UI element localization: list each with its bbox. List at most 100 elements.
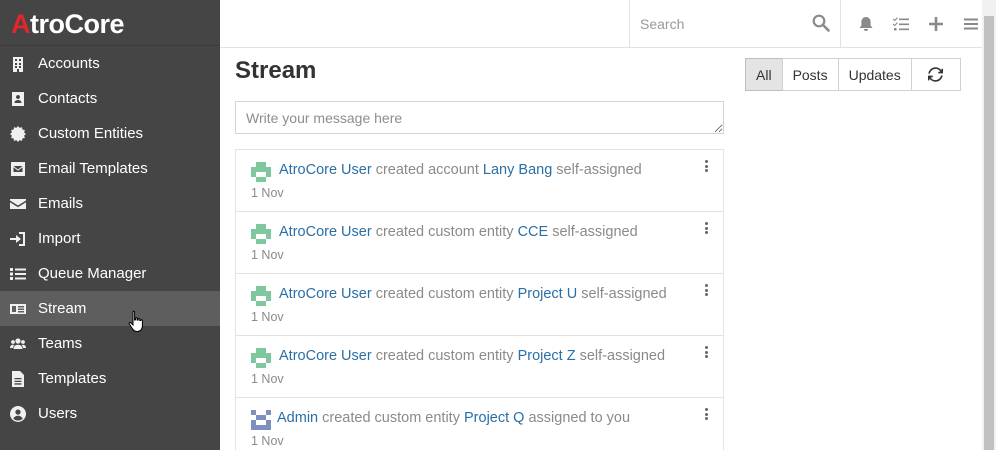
sidebar-item-contacts[interactable]: Contacts — [0, 81, 220, 116]
search-icon[interactable] — [812, 14, 830, 32]
note-target-link[interactable]: Project Q — [464, 410, 524, 426]
avatar[interactable] — [251, 224, 271, 244]
note-menu-button[interactable] — [701, 344, 711, 360]
search-input[interactable] — [640, 14, 800, 34]
avatar[interactable] — [251, 410, 271, 430]
note-user-link[interactable]: AtroCore User — [279, 224, 372, 240]
stream-filter-group: All Posts Updates — [745, 58, 961, 91]
top-icons — [848, 0, 988, 47]
page-scrollbar[interactable] — [982, 0, 996, 450]
note-text: AtroCore User created custom entity Proj… — [279, 286, 667, 302]
note-user-link[interactable]: AtroCore User — [279, 286, 372, 302]
note-date: 1 Nov — [251, 310, 284, 324]
refresh-button[interactable] — [910, 58, 961, 91]
menu-icon — [963, 18, 978, 29]
note-date: 1 Nov — [251, 434, 284, 448]
post-message-input[interactable] — [235, 101, 724, 134]
sidebar-nav: Accounts Contacts Custom Entities Email … — [0, 46, 220, 431]
plus-icon — [928, 16, 943, 31]
sidebar-item-label: Templates — [38, 370, 107, 387]
sidebar-item-custom-entities[interactable]: Custom Entities — [0, 116, 220, 151]
note-menu-button[interactable] — [701, 158, 711, 174]
sidebar-item-users[interactable]: Users — [0, 396, 220, 431]
note-target-link[interactable]: Project U — [518, 286, 578, 302]
stream-note: AtroCore User created custom entity Proj… — [236, 274, 723, 336]
sign-in-icon — [10, 231, 26, 247]
filter-posts-button[interactable]: Posts — [781, 58, 839, 91]
note-text: AtroCore User created custom entity Proj… — [279, 348, 665, 364]
note-action: created custom entity — [375, 348, 514, 364]
note-suffix: self-assigned — [556, 162, 642, 178]
stream-note: AtroCore User created custom entity CCE … — [236, 212, 723, 274]
sidebar-item-accounts[interactable]: Accounts — [0, 46, 220, 81]
note-menu-button[interactable] — [701, 282, 711, 298]
sidebar-item-label: Import — [38, 230, 81, 247]
file-text-icon — [10, 370, 26, 387]
sidebar-item-label: Email Templates — [38, 160, 148, 177]
tasks-button[interactable] — [883, 0, 918, 47]
note-text: AtroCore User created custom entity CCE … — [279, 224, 638, 240]
envelope-square-icon — [10, 161, 26, 177]
stream-note: AtroCore User created account Lany Bang … — [236, 150, 723, 212]
note-target-link[interactable]: CCE — [518, 224, 549, 240]
sidebar-item-label: Teams — [38, 335, 83, 352]
filter-updates-button[interactable]: Updates — [837, 58, 912, 91]
sidebar-item-emails[interactable]: Emails — [0, 186, 220, 221]
note-action: created custom entity — [375, 286, 514, 302]
sidebar-item-stream[interactable]: Stream — [0, 291, 220, 326]
sidebar-item-label: Contacts — [38, 90, 98, 107]
note-date: 1 Nov — [251, 186, 284, 200]
note-suffix: self-assigned — [579, 348, 666, 364]
sidebar-item-import[interactable]: Import — [0, 221, 220, 256]
building-icon — [10, 56, 26, 72]
sidebar-item-label: Accounts — [38, 55, 100, 72]
stream-list: AtroCore User created account Lany Bang … — [235, 149, 724, 450]
app-logo[interactable]: AtroCore — [0, 0, 220, 46]
sidebar: AtroCore Accounts Contacts Custom Entiti… — [0, 0, 220, 450]
users-icon — [10, 336, 26, 352]
envelope-icon — [10, 196, 26, 212]
refresh-icon — [928, 67, 944, 82]
sidebar-item-label: Custom Entities — [38, 125, 144, 142]
scrollbar-thumb[interactable] — [984, 16, 994, 450]
avatar[interactable] — [251, 286, 271, 306]
sidebar-item-teams[interactable]: Teams — [0, 326, 220, 361]
page-title: Stream — [235, 57, 317, 84]
sidebar-item-label: Stream — [38, 300, 87, 317]
note-action: created custom entity — [322, 410, 460, 426]
filter-all-button[interactable]: All — [745, 58, 783, 91]
note-date: 1 Nov — [251, 248, 284, 262]
sidebar-item-email-templates[interactable]: Email Templates — [0, 151, 220, 186]
note-target-link[interactable]: Project Z — [518, 348, 576, 364]
quick-create-button[interactable] — [918, 0, 953, 47]
stream-note: Admin created custom entity Project Q as… — [236, 398, 723, 450]
note-menu-button[interactable] — [701, 406, 711, 422]
notifications-button[interactable] — [848, 0, 883, 47]
note-user-link[interactable]: AtroCore User — [279, 162, 372, 178]
note-date: 1 Nov — [251, 372, 284, 386]
sidebar-item-queue-manager[interactable]: Queue Manager — [0, 256, 220, 291]
user-circle-icon — [10, 405, 26, 422]
note-suffix: self-assigned — [581, 286, 667, 302]
sidebar-item-label: Emails — [38, 195, 84, 212]
task-list-icon — [892, 16, 909, 30]
sidebar-item-label: Queue Manager — [38, 265, 147, 282]
top-bar — [220, 0, 982, 48]
newspaper-icon — [10, 301, 26, 317]
sidebar-item-label: Users — [38, 405, 78, 422]
note-action: created custom entity — [375, 224, 514, 240]
contact-card-icon — [10, 91, 26, 107]
bell-icon — [859, 16, 872, 31]
avatar[interactable] — [251, 162, 271, 182]
stream-note: AtroCore User created custom entity Proj… — [236, 336, 723, 398]
note-action: created account — [375, 162, 479, 178]
note-target-link[interactable]: Lany Bang — [483, 162, 552, 178]
note-suffix: self-assigned — [552, 224, 638, 240]
note-menu-button[interactable] — [701, 220, 711, 236]
note-suffix: assigned to you — [528, 410, 631, 426]
note-user-link[interactable]: Admin — [277, 410, 318, 426]
avatar[interactable] — [251, 348, 271, 368]
sidebar-item-templates[interactable]: Templates — [0, 361, 220, 396]
note-user-link[interactable]: AtroCore User — [279, 348, 372, 364]
note-text: AtroCore User created account Lany Bang … — [279, 162, 642, 178]
